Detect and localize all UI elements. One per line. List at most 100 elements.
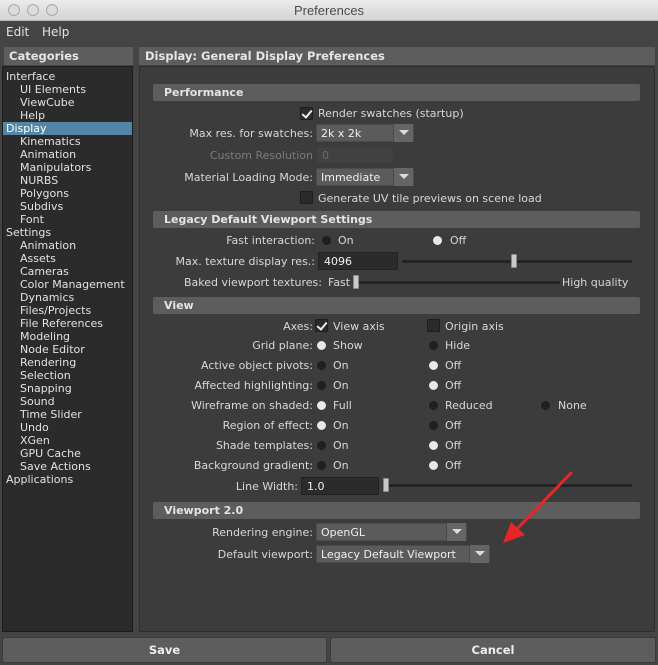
max-texture-field[interactable]: 4096 — [318, 252, 398, 270]
shade-templates-off-label: Off — [445, 439, 462, 452]
category-item[interactable]: Modeling — [3, 330, 132, 343]
baked-textures-slider-track[interactable] — [354, 281, 560, 284]
category-item-selected[interactable]: Display — [3, 122, 132, 135]
shade-templates-on-label: On — [333, 439, 349, 452]
category-item[interactable]: Files/Projects — [3, 304, 132, 317]
line-width-label: Line Width: — [235, 480, 298, 493]
render-swatches-label: Render swatches (startup) — [318, 107, 464, 120]
view-axis-label: View axis — [333, 320, 385, 333]
background-gradient-off-radio[interactable] — [429, 461, 438, 470]
fast-interaction-on-radio[interactable] — [322, 236, 331, 245]
max-res-dropdown[interactable]: 2k x 2k — [316, 124, 414, 142]
affected-highlighting-off-label: Off — [445, 379, 462, 392]
category-item[interactable]: Time Slider — [3, 408, 132, 421]
render-swatches-checkbox[interactable] — [300, 107, 313, 120]
fast-interaction-on-label: On — [338, 234, 354, 247]
background-gradient-on-label: On — [333, 459, 349, 472]
category-item[interactable]: XGen — [3, 434, 132, 447]
wireframe-shaded-label: Wireframe on shaded: — [191, 399, 313, 412]
fast-interaction-off-radio[interactable] — [433, 236, 442, 245]
chevron-down-icon — [446, 523, 466, 541]
section-view-header[interactable]: View — [153, 297, 640, 314]
category-item[interactable]: Kinematics — [3, 135, 132, 148]
menu-edit[interactable]: Edit — [6, 25, 29, 39]
category-item[interactable]: Undo — [3, 421, 132, 434]
shade-templates-on-radio[interactable] — [317, 441, 326, 450]
material-loading-value: Immediate — [321, 171, 381, 184]
category-item[interactable]: GPU Cache — [3, 447, 132, 460]
background-gradient-on-radio[interactable] — [317, 461, 326, 470]
category-item[interactable]: Assets — [3, 252, 132, 265]
category-item[interactable]: UI Elements — [3, 83, 132, 96]
category-item[interactable]: Settings — [3, 226, 132, 239]
baked-textures-slider-handle[interactable] — [353, 275, 359, 289]
region-of-effect-on-radio[interactable] — [317, 421, 326, 430]
active-pivots-off-radio[interactable] — [429, 361, 438, 370]
cancel-button[interactable]: Cancel — [330, 637, 656, 663]
wireframe-none-radio[interactable] — [541, 401, 550, 410]
category-item[interactable]: Font — [3, 213, 132, 226]
category-item[interactable]: Snapping — [3, 382, 132, 395]
uv-previews-checkbox[interactable] — [300, 191, 313, 204]
line-width-field[interactable]: 1.0 — [301, 477, 379, 495]
category-item[interactable]: Color Management — [3, 278, 132, 291]
shade-templates-label: Shade templates: — [215, 439, 313, 452]
default-viewport-label: Default viewport: — [217, 548, 313, 561]
category-item[interactable]: ViewCube — [3, 96, 132, 109]
grid-plane-hide-radio[interactable] — [429, 341, 438, 350]
max-texture-label: Max. texture display res.: — [175, 255, 316, 268]
view-axis-checkbox[interactable] — [315, 319, 328, 332]
active-pivots-on-radio[interactable] — [317, 361, 326, 370]
affected-highlighting-off-radio[interactable] — [429, 381, 438, 390]
region-of-effect-off-radio[interactable] — [429, 421, 438, 430]
fast-interaction-label: Fast interaction: — [226, 234, 315, 247]
affected-highlighting-label: Affected highlighting: — [194, 379, 313, 392]
category-item[interactable]: NURBS — [3, 174, 132, 187]
category-item[interactable]: Animation — [3, 239, 132, 252]
custom-resolution-label: Custom Resolution — [209, 149, 313, 162]
active-pivots-on-label: On — [333, 359, 349, 372]
category-item[interactable]: Save Actions — [3, 460, 132, 473]
default-viewport-dropdown[interactable]: Legacy Default Viewport — [316, 545, 490, 563]
max-texture-slider-handle[interactable] — [511, 254, 517, 268]
rendering-engine-dropdown[interactable]: OpenGL — [316, 523, 467, 541]
affected-highlighting-on-radio[interactable] — [317, 381, 326, 390]
line-width-slider-handle[interactable] — [383, 478, 389, 492]
categories-list[interactable]: Interface UI Elements ViewCube Help Disp… — [2, 66, 133, 632]
baked-textures-label: Baked viewport textures: — [183, 276, 322, 289]
category-item[interactable]: Interface — [3, 70, 132, 83]
category-item[interactable]: Rendering — [3, 356, 132, 369]
category-item[interactable]: Manipulators — [3, 161, 132, 174]
rendering-engine-label: Rendering engine: — [212, 526, 313, 539]
grid-plane-show-radio[interactable] — [317, 341, 326, 350]
default-viewport-value: Legacy Default Viewport — [321, 548, 456, 561]
origin-axis-checkbox[interactable] — [427, 319, 440, 332]
menu-help[interactable]: Help — [42, 25, 69, 39]
category-item[interactable]: Dynamics — [3, 291, 132, 304]
wireframe-none-label: None — [558, 399, 587, 412]
wireframe-full-radio[interactable] — [317, 401, 326, 410]
category-item[interactable]: Node Editor — [3, 343, 132, 356]
max-res-label: Max res. for swatches: — [189, 127, 313, 140]
category-item[interactable]: Polygons — [3, 187, 132, 200]
active-pivots-off-label: Off — [445, 359, 462, 372]
section-performance-header[interactable]: Performance — [153, 84, 640, 101]
category-item[interactable]: Applications — [3, 473, 132, 486]
wireframe-reduced-radio[interactable] — [429, 401, 438, 410]
category-item[interactable]: Sound — [3, 395, 132, 408]
category-item[interactable]: File References — [3, 317, 132, 330]
title-bar: Preferences — [0, 0, 658, 21]
max-texture-slider-track[interactable] — [402, 260, 632, 263]
category-item[interactable]: Cameras — [3, 265, 132, 278]
category-item[interactable]: Help — [3, 109, 132, 122]
save-button[interactable]: Save — [2, 637, 327, 663]
category-item[interactable]: Subdivs — [3, 200, 132, 213]
category-item[interactable]: Animation — [3, 148, 132, 161]
material-loading-label: Material Loading Mode: — [184, 171, 313, 184]
shade-templates-off-radio[interactable] — [429, 441, 438, 450]
section-legacy-header[interactable]: Legacy Default Viewport Settings — [153, 211, 640, 228]
material-loading-dropdown[interactable]: Immediate — [316, 168, 414, 186]
region-of-effect-label: Region of effect: — [222, 419, 313, 432]
category-item[interactable]: Selection — [3, 369, 132, 382]
background-gradient-off-label: Off — [445, 459, 462, 472]
